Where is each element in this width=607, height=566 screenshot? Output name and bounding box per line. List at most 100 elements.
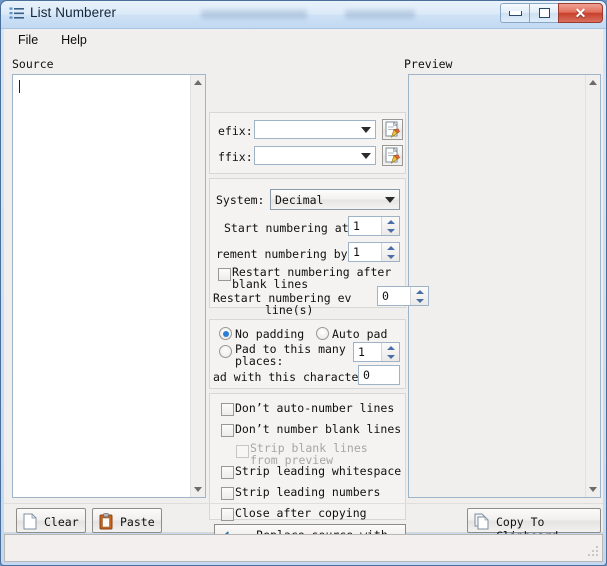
status-bar (4, 534, 603, 562)
prefix-label: efix: (218, 124, 253, 138)
options-checkbox-group: Don’t auto-number lines Don’t number bla… (209, 393, 406, 521)
stepper-up-icon[interactable] (411, 287, 428, 296)
stepper-down-icon[interactable] (411, 296, 428, 305)
start-at-value: 1 (353, 219, 360, 233)
start-at-label: Start numbering at: (224, 221, 356, 235)
suffix-edit-button[interactable] (382, 145, 403, 166)
application-window: List Numberer ✕ File Help Source Preview… (0, 0, 607, 566)
page-pencil-icon (385, 147, 400, 164)
affix-group: efix: ffix: (209, 112, 406, 174)
scroll-down-arrow[interactable] (586, 482, 600, 497)
number-system-value: Decimal (275, 193, 324, 207)
prefix-combo[interactable] (254, 120, 376, 139)
dont-auto-number-label: Don’t auto-number lines (235, 401, 395, 415)
page-pencil-icon (385, 121, 400, 138)
strip-blank-lines-checkbox (236, 445, 249, 458)
client-area: Source Preview efix: ffix: System: Decim… (4, 50, 603, 554)
title-watermark (201, 5, 461, 23)
maximize-icon (538, 8, 550, 18)
source-label: Source (12, 57, 54, 71)
source-scrollbar[interactable] (190, 75, 205, 497)
menu-item-file[interactable]: File (9, 31, 47, 49)
window-title: List Numberer (30, 5, 117, 20)
stepper-up-icon[interactable] (382, 243, 399, 252)
suffix-combo[interactable] (254, 146, 376, 165)
strip-leading-numbers-label: Strip leading numbers (235, 485, 381, 499)
close-button[interactable]: ✕ (558, 3, 603, 23)
stepper-up-icon[interactable] (382, 343, 399, 352)
number-system-select[interactable]: Decimal (270, 189, 400, 210)
stepper-down-icon[interactable] (382, 252, 399, 261)
start-at-stepper[interactable] (381, 217, 399, 235)
minimize-icon (508, 10, 522, 16)
chevron-down-icon[interactable] (381, 191, 398, 208)
pad-to-places-value: 1 (358, 345, 365, 359)
preview-label: Preview (404, 57, 453, 71)
restart-every-value: 0 (382, 289, 389, 303)
clear-label: Clear (44, 515, 79, 529)
strip-leading-whitespace-label: Strip leading whitespace (235, 464, 402, 478)
increment-by-value: 1 (353, 245, 360, 259)
clear-button[interactable]: Clear (16, 508, 86, 533)
preview-textbox[interactable] (408, 74, 601, 498)
numbering-group: System: Decimal Start numbering at: 1 re… (209, 178, 429, 317)
strip-leading-numbers-checkbox[interactable] (221, 487, 234, 500)
pad-character-value: 0 (363, 368, 370, 382)
minimize-button[interactable] (500, 3, 529, 23)
restart-every-spinner[interactable]: 0 (377, 286, 429, 306)
close-after-copying-checkbox[interactable] (221, 508, 234, 521)
close-icon: ✕ (574, 5, 587, 21)
pad-to-places-spinner[interactable]: 1 (353, 342, 400, 362)
pad-character-label: ad with this character: (213, 370, 373, 384)
increment-by-spinner[interactable]: 1 (348, 242, 400, 262)
no-padding-radio[interactable] (219, 327, 232, 340)
pad-to-places-radio[interactable] (219, 345, 232, 358)
menu-item-help[interactable]: Help (52, 31, 96, 49)
chevron-down-icon[interactable] (357, 122, 374, 137)
chevron-down-icon[interactable] (357, 148, 374, 163)
strip-leading-whitespace-checkbox[interactable] (221, 466, 234, 479)
close-after-copying-label: Close after copying (235, 506, 367, 520)
stepper-up-icon[interactable] (382, 217, 399, 226)
dont-number-blank-checkbox[interactable] (221, 424, 234, 437)
maximize-button[interactable] (529, 3, 558, 23)
clipboard-icon (99, 513, 113, 533)
prefix-edit-button[interactable] (382, 119, 403, 140)
increment-by-stepper[interactable] (381, 243, 399, 261)
dont-auto-number-checkbox[interactable] (221, 403, 234, 416)
options-column: efix: ffix: System: Decimal Start number… (209, 112, 429, 554)
paste-button[interactable]: Paste (92, 508, 162, 533)
start-at-spinner[interactable]: 1 (348, 216, 400, 236)
number-system-label: System: (216, 193, 265, 207)
preview-scrollbar[interactable] (585, 75, 600, 497)
scroll-down-arrow[interactable] (191, 482, 205, 497)
auto-pad-radio[interactable] (316, 327, 329, 340)
pad-character-input[interactable]: 0 (358, 365, 400, 385)
copy-to-clipboard-button[interactable]: Copy To Clipboard (467, 508, 601, 543)
copy-pages-icon (474, 513, 490, 533)
list-icon (9, 7, 25, 22)
scroll-up-arrow[interactable] (586, 75, 600, 90)
dont-number-blank-label: Don’t number blank lines (235, 422, 402, 436)
menu-bar: File Help (4, 29, 603, 51)
auto-pad-label: Auto pad (332, 327, 388, 341)
restart-after-blank-checkbox[interactable] (218, 268, 231, 281)
resize-grip-icon[interactable] (587, 546, 599, 558)
text-caret (19, 80, 20, 93)
suffix-label: ffix: (218, 150, 253, 164)
window-controls: ✕ (500, 3, 603, 23)
padding-group: No padding Auto pad Pad to this many pla… (209, 319, 406, 389)
pad-to-places-stepper[interactable] (381, 343, 399, 361)
source-textbox[interactable] (12, 74, 206, 498)
no-padding-label: No padding (235, 327, 305, 341)
restart-every-label-suffix: line(s) (265, 303, 314, 317)
stepper-down-icon[interactable] (382, 226, 399, 235)
stepper-down-icon[interactable] (382, 352, 399, 361)
scroll-up-arrow[interactable] (191, 75, 205, 90)
paste-label: Paste (120, 515, 155, 529)
restart-every-stepper[interactable] (410, 287, 428, 305)
strip-blank-lines-label: Strip blank lines from preview (250, 441, 368, 467)
increment-by-label: rement numbering by: (216, 247, 355, 261)
new-page-icon (23, 513, 37, 533)
title-bar[interactable]: List Numberer ✕ (1, 1, 606, 29)
